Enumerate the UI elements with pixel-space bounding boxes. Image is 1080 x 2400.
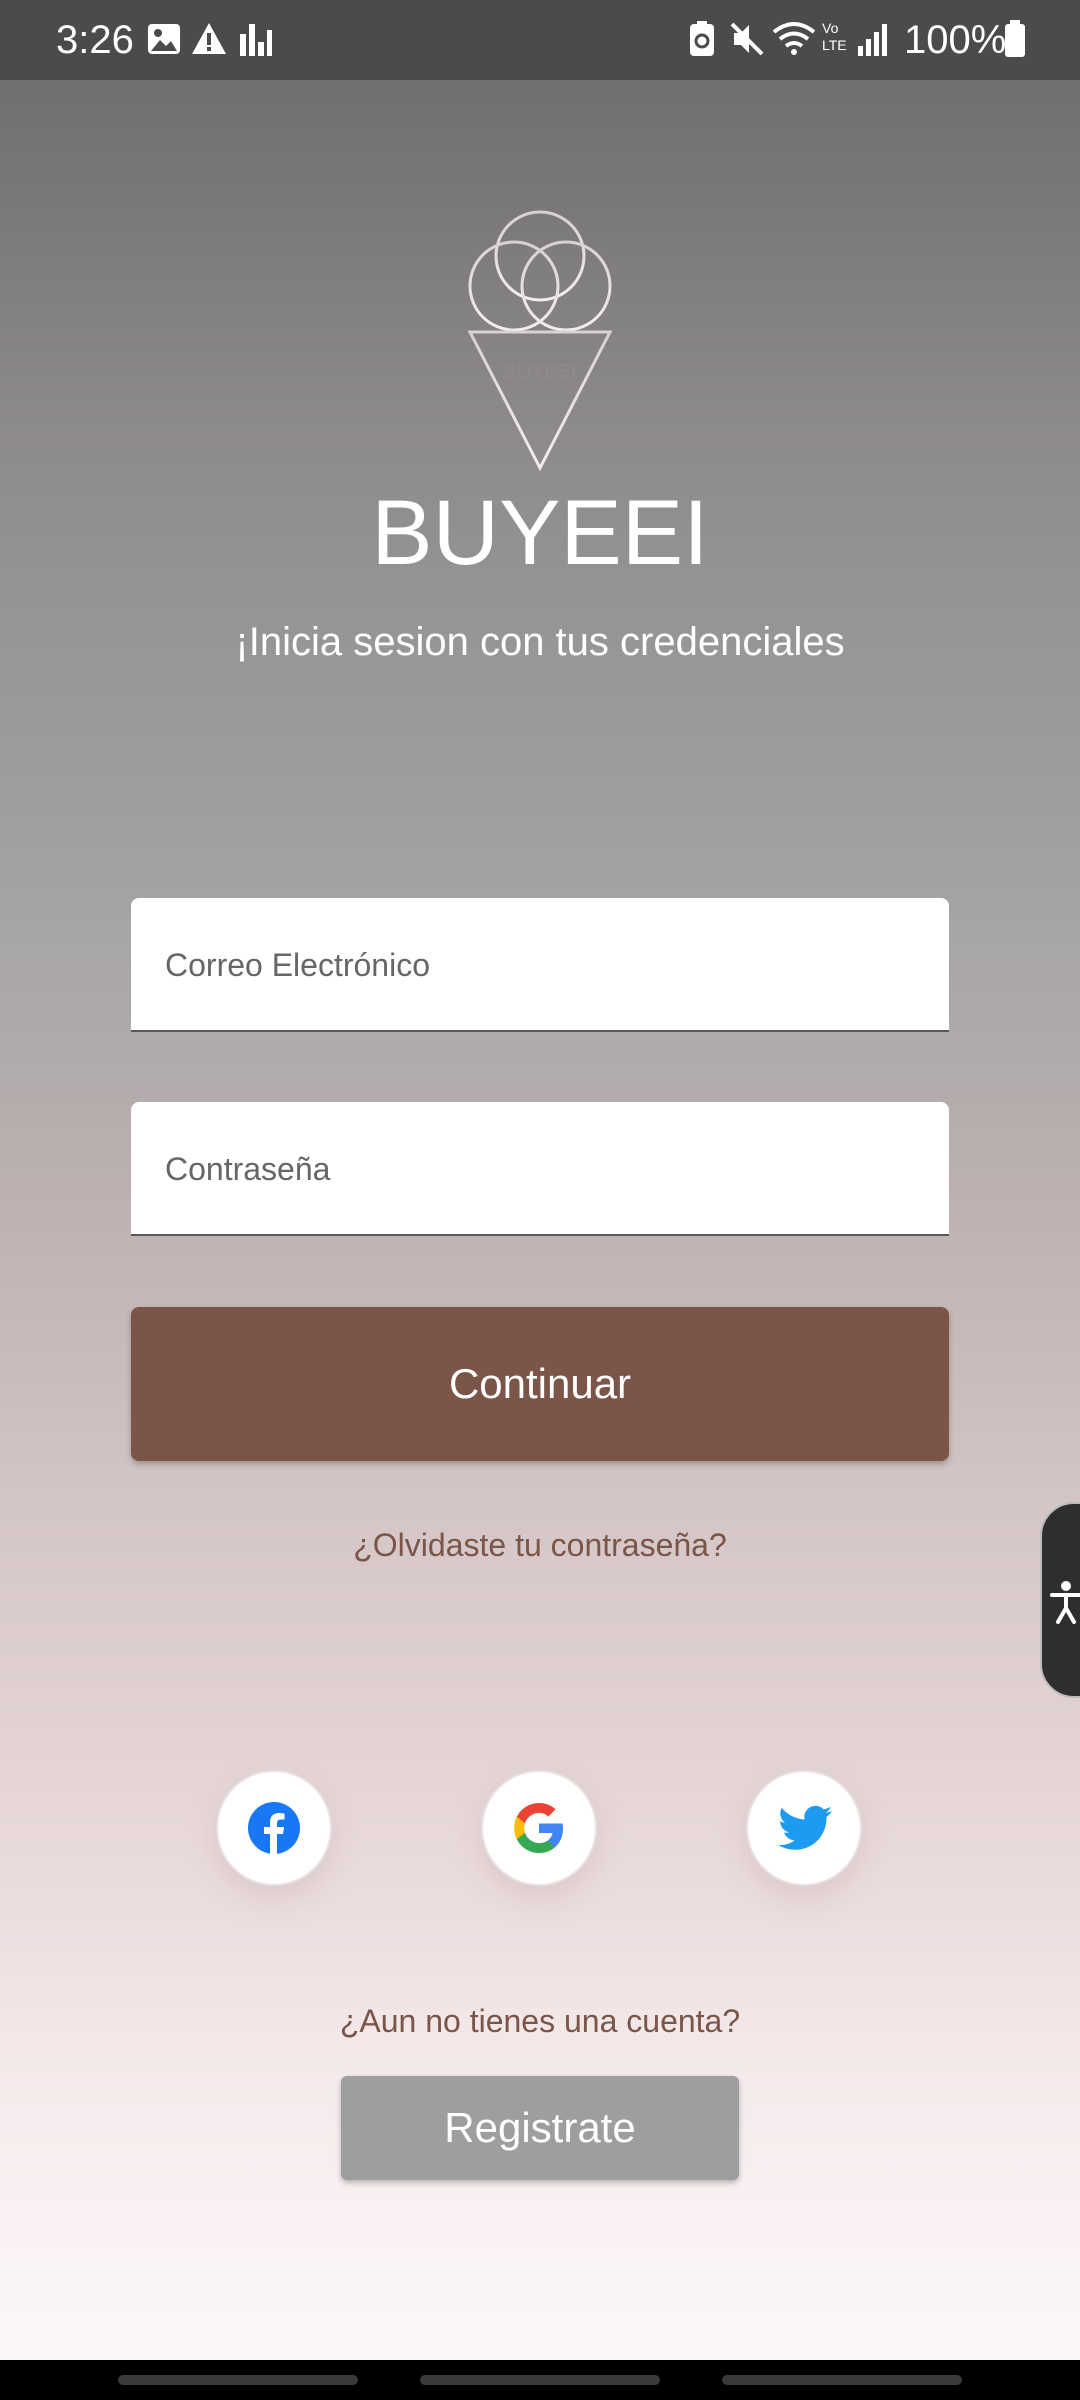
password-input[interactable]	[163, 1102, 927, 1236]
navigation-bar	[0, 2360, 1080, 2400]
register-button[interactable]: Registrate	[341, 2076, 739, 2180]
login-subtitle: ¡Inicia sesion con tus credenciales	[235, 620, 845, 664]
mute-icon	[730, 22, 764, 56]
app-title: BUYEEI	[371, 482, 709, 584]
nav-home-handle[interactable]	[420, 2375, 660, 2385]
forgot-password-link[interactable]: ¿Olvidaste tu contraseña?	[0, 1520, 1080, 1570]
battery-saver-icon	[690, 21, 714, 56]
twitter-icon	[778, 1805, 832, 1850]
nav-recents-handle[interactable]	[118, 2375, 358, 2385]
accessibility-tab[interactable]	[1040, 1502, 1080, 1698]
status-bar: 3:26 Vo LTE 100%	[0, 0, 1080, 80]
volte-icon: Vo LTE	[822, 20, 847, 53]
email-field[interactable]	[131, 898, 949, 1032]
continue-button[interactable]: Continuar	[131, 1307, 949, 1461]
email-input[interactable]	[163, 898, 927, 1032]
ice-cream-logo: BUYEEI	[467, 210, 613, 472]
login-screen: 3:26 Vo LTE 100% BUYEEI BUYEEI ¡Inicia s…	[0, 0, 1080, 2400]
battery-icon	[1005, 20, 1025, 57]
cell-signal-icon	[858, 24, 887, 56]
facebook-icon	[248, 1802, 300, 1854]
google-icon	[514, 1803, 563, 1853]
signal-bars-icon	[240, 24, 272, 56]
no-account-prompt: ¿Aun no tienes una cuenta?	[339, 2003, 741, 2039]
nav-back-handle[interactable]	[722, 2375, 962, 2385]
battery-percentage: 100%	[904, 18, 1007, 62]
accessibility-icon	[1050, 1581, 1080, 1624]
logo-text: BUYEEI	[503, 361, 576, 383]
password-field[interactable]	[131, 1102, 949, 1236]
twitter-login-button[interactable]	[746, 1770, 862, 1886]
warning-icon	[192, 23, 226, 54]
facebook-login-button[interactable]	[216, 1770, 332, 1886]
wifi-icon	[772, 22, 816, 55]
image-icon	[148, 24, 180, 54]
google-login-button[interactable]	[481, 1770, 597, 1886]
status-time: 3:26	[56, 18, 134, 62]
